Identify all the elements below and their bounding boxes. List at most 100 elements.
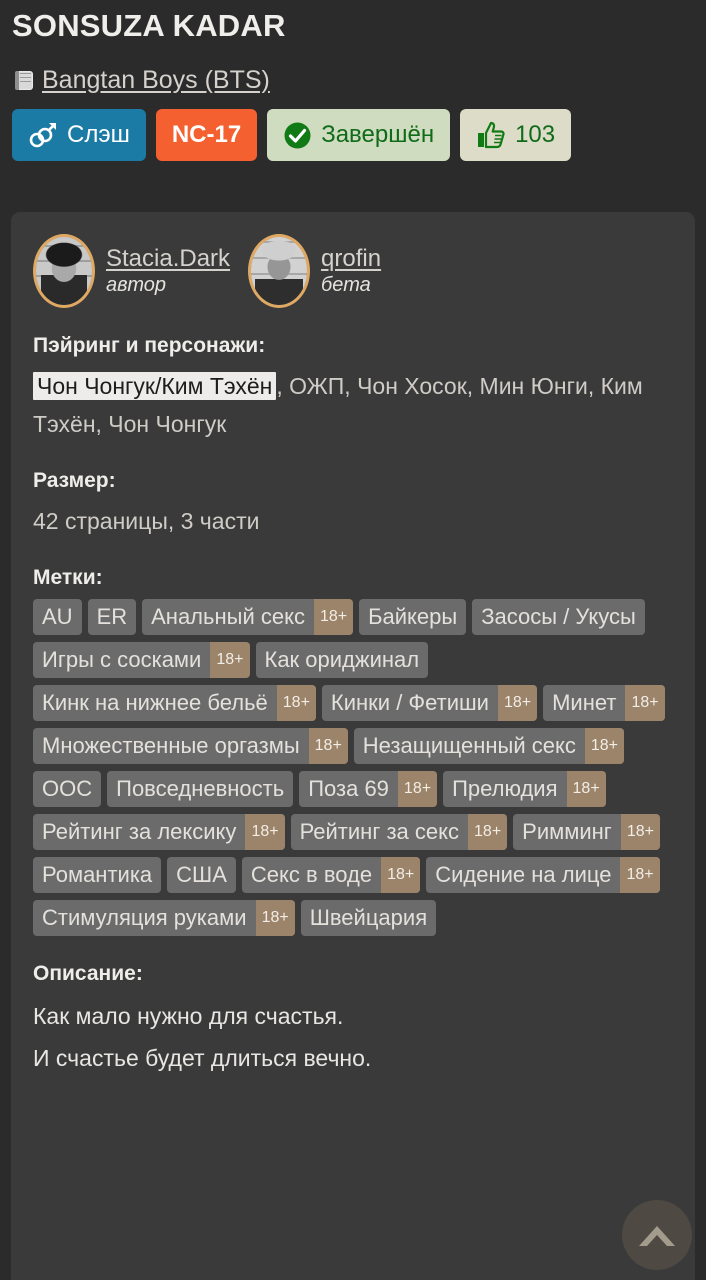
tag-chip[interactable]: Игры с сосками 18+ [33, 642, 250, 678]
tag-chip[interactable]: Рейтинг за лексику 18+ [33, 814, 285, 850]
field-size: Размер: 42 страницы, 3 части [25, 469, 681, 540]
tag-adult-badge: 18+ [497, 685, 538, 721]
credit-author: Stacia.Dark автор [33, 234, 230, 308]
field-pairing: Пэйринг и персонажи: Чон Чонгук/Ким Тэхё… [25, 334, 681, 443]
tag-chip[interactable]: Засосы / Укусы [472, 599, 645, 635]
credit-role: автор [106, 274, 167, 296]
tag-chip[interactable]: Секс в воде 18+ [241, 857, 421, 893]
tag-chip[interactable]: AU [33, 599, 82, 635]
credit-role: бета [321, 274, 371, 296]
tag-chip[interactable]: Сидение на лице 18+ [426, 857, 660, 893]
tag-label: Кинки / Фетиши [330, 690, 489, 715]
field-label-tags: Метки: [33, 566, 103, 589]
tag-label: AU [42, 604, 73, 629]
tag-chip[interactable]: Прелюдия 18+ [443, 771, 606, 807]
badge-status[interactable]: Завершён [267, 109, 451, 161]
field-value-pairing: Чон Чонгук/Ким Тэхён, ОЖП, Чон Хосок, Ми… [33, 367, 681, 443]
fandom-link[interactable]: Bangtan Boys (BTS) [42, 66, 270, 95]
tag-label: Анальный секс [151, 604, 305, 629]
tag-adult-badge: 18+ [255, 900, 295, 936]
tag-label: Рейтинг за лексику [42, 819, 237, 844]
badge-category-slash[interactable]: Слэш [12, 109, 146, 161]
credits-row: Stacia.Dark автор qrofin бета [25, 230, 681, 308]
tag-label: Секс в воде [250, 862, 373, 887]
tag-label: Поза 69 [308, 776, 389, 801]
description-line: Как мало нужно для счастья. [33, 1003, 344, 1029]
tag-chip[interactable]: Как ориджинал [255, 642, 429, 678]
tag-chip[interactable]: Кинки / Фетиши 18+ [321, 685, 538, 721]
tag-label: Минет [552, 690, 617, 715]
page-title: SONSUZA KADAR [12, 8, 286, 43]
badge-status-label: Завершён [321, 121, 435, 148]
tag-chip[interactable]: Романтика [33, 857, 162, 893]
description-body: Как мало нужно для счастья. И счастье бу… [33, 995, 681, 1079]
badge-likes[interactable]: 103 [460, 109, 572, 161]
tag-chip[interactable]: Поза 69 18+ [299, 771, 438, 807]
tag-adult-badge: 18+ [620, 857, 660, 893]
tag-chip[interactable]: Римминг 18+ [513, 814, 660, 850]
tag-label: Римминг [522, 819, 612, 844]
credit-beta: qrofin бета [248, 234, 381, 308]
badge-likes-count: 103 [515, 121, 556, 148]
tag-label: Стимуляция руками [42, 905, 247, 930]
pairing-main[interactable]: Чон Чонгук/Ким Тэхён [33, 372, 277, 400]
field-label-pairing: Пэйринг и персонажи: [33, 334, 266, 357]
scroll-to-top-button[interactable] [622, 1200, 692, 1270]
badge-rating-label: NC-17 [171, 121, 242, 148]
tag-chip[interactable]: Байкеры [359, 599, 467, 635]
work-info-card: Stacia.Dark автор qrofin бета Пэйринг и … [11, 212, 695, 1280]
tag-label: Повседневность [116, 776, 285, 801]
tag-adult-badge: 18+ [468, 814, 508, 850]
badge-category-label: Слэш [67, 121, 130, 148]
tag-label: США [176, 862, 227, 887]
tag-adult-badge: 18+ [397, 771, 438, 807]
tag-chip[interactable]: Повседневность [107, 771, 294, 807]
chevron-up-icon [635, 1220, 679, 1250]
tag-list: AU ER Анальный секс 18+ Байкеры Засосы / Укус… [33, 599, 681, 936]
tag-chip[interactable]: ER [87, 599, 137, 635]
tag-chip[interactable]: ООС [33, 771, 102, 807]
tag-adult-badge: 18+ [625, 685, 665, 721]
tag-adult-badge: 18+ [210, 642, 250, 678]
tag-adult-badge: 18+ [308, 728, 348, 764]
tag-label: ООС [42, 776, 93, 801]
field-label-description: Описание: [33, 962, 143, 985]
tag-label: Как ориджинал [264, 647, 420, 672]
tag-chip[interactable]: Стимуляция руками 18+ [33, 900, 295, 936]
tag-label: Швейцария [309, 905, 428, 930]
description-line: И счастье будет длиться вечно. [33, 1045, 372, 1071]
tag-chip[interactable]: Анальный секс 18+ [142, 599, 354, 635]
tag-label: Романтика [42, 862, 153, 887]
badge-row: Слэш NC-17 Завершён 103 [0, 92, 706, 161]
tag-chip[interactable]: Кинк на нижнее бельё 18+ [33, 685, 316, 721]
tag-label: Рейтинг за секс [299, 819, 460, 844]
avatar[interactable] [33, 234, 95, 308]
credit-name[interactable]: qrofin [321, 245, 381, 272]
tag-label: Множественные оргазмы [42, 733, 300, 758]
tag-chip[interactable]: Рейтинг за секс 18+ [290, 814, 508, 850]
tag-chip[interactable]: США [167, 857, 236, 893]
field-description: Описание: Как мало нужно для счастья. И … [25, 962, 681, 1079]
avatar[interactable] [248, 234, 311, 308]
tag-chip[interactable]: Швейцария [300, 900, 437, 936]
tag-label: Прелюдия [452, 776, 558, 801]
credit-name[interactable]: Stacia.Dark [106, 245, 230, 272]
tag-chip[interactable]: Незащищенный секс 18+ [353, 728, 624, 764]
tag-adult-badge: 18+ [620, 814, 660, 850]
double-male-icon [28, 121, 58, 149]
tag-chip[interactable]: Минет 18+ [543, 685, 665, 721]
check-circle-icon [283, 121, 312, 150]
tag-label: Байкеры [368, 604, 458, 629]
tag-label: Незащищенный секс [362, 733, 576, 758]
tag-adult-badge: 18+ [245, 814, 285, 850]
book-icon [14, 70, 35, 91]
tag-adult-badge: 18+ [566, 771, 606, 807]
field-tags: Метки: AU ER Анальный секс 18+ Байкеры Засосы… [25, 566, 681, 936]
tag-adult-badge: 18+ [381, 857, 421, 893]
tag-label: Игры с сосками [42, 647, 202, 672]
tag-chip[interactable]: Множественные оргазмы 18+ [33, 728, 348, 764]
tag-label: ER [96, 604, 128, 629]
tag-label: Засосы / Укусы [481, 604, 636, 629]
tag-label: Сидение на лице [435, 862, 612, 887]
badge-rating[interactable]: NC-17 [155, 109, 258, 161]
